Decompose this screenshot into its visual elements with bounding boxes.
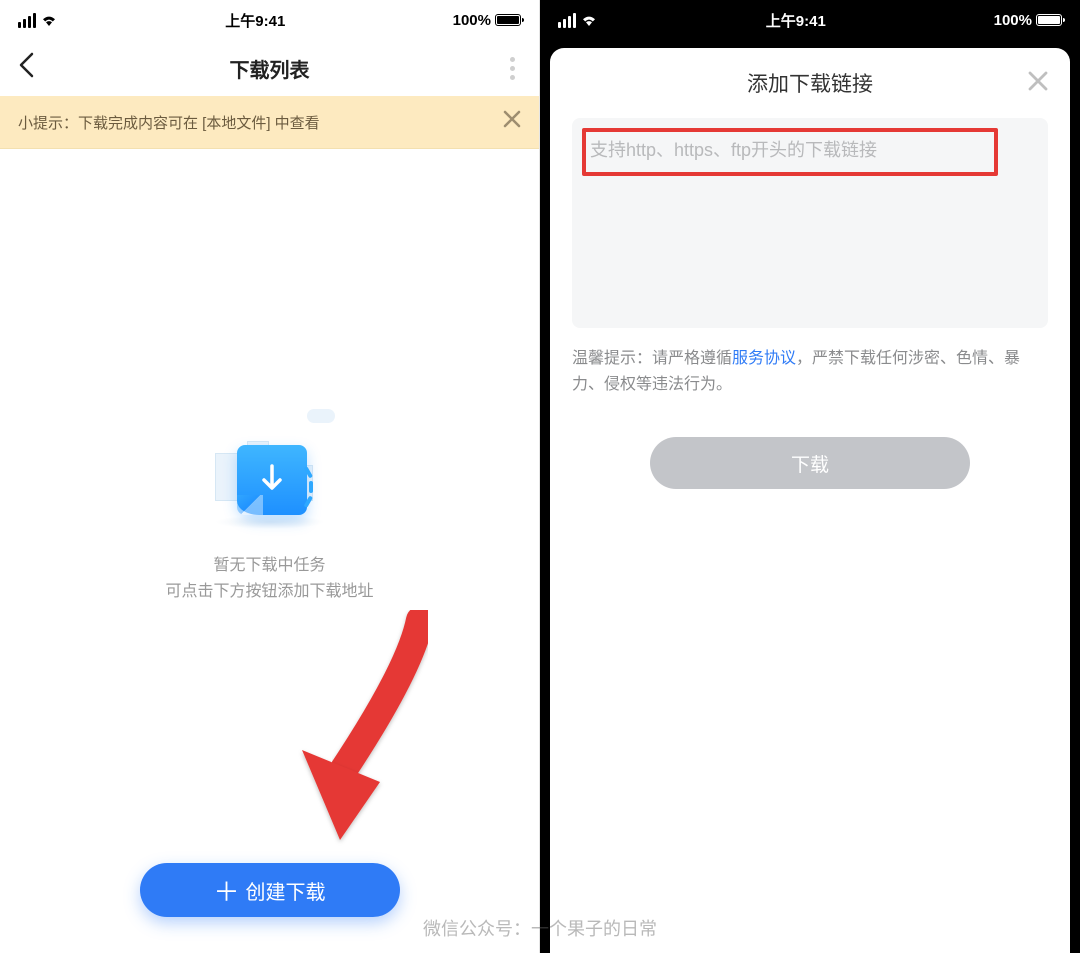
- url-input[interactable]: 支持http、https、ftp开头的下载链接: [572, 118, 1048, 328]
- signal-icon: [18, 13, 36, 28]
- empty-state: 暂无下载中任务 可点击下方按钮添加下载地址: [0, 409, 539, 604]
- arrow-down-icon: [258, 464, 286, 496]
- phone-right: 上午9:41 100% 添加下载链接 支持http、https、ftp开头的下载…: [540, 0, 1080, 953]
- url-placeholder: 支持http、https、ftp开头的下载链接: [590, 140, 877, 160]
- tos-link[interactable]: 服务协议: [732, 350, 796, 367]
- tip-close-button[interactable]: [503, 110, 521, 134]
- battery-icon: 100%: [453, 12, 521, 29]
- wifi-icon: [40, 13, 58, 27]
- download-doc-icon: [237, 445, 307, 515]
- tip-banner: 小提示：下载完成内容可在 [本地文件] 中查看: [0, 96, 539, 149]
- signal-icon: [558, 13, 576, 28]
- disclaimer-text: 温馨提示：请严格遵循服务协议，严禁下载任何涉密、色情、暴力、侵权等违法行为。: [572, 346, 1048, 397]
- more-button[interactable]: [481, 57, 521, 80]
- create-download-label: 创建下载: [246, 876, 326, 905]
- wifi-icon: [580, 13, 598, 27]
- status-bar: 上午9:41 100%: [0, 0, 539, 40]
- close-icon: [1028, 71, 1048, 91]
- back-button[interactable]: [18, 52, 58, 85]
- tip-text: 小提示：下载完成内容可在 [本地文件] 中查看: [18, 112, 320, 133]
- battery-percent: 100%: [453, 12, 491, 29]
- sheet-title: 添加下载链接: [747, 68, 873, 98]
- battery-percent: 100%: [994, 12, 1032, 29]
- status-time: 上午9:41: [766, 10, 826, 31]
- sheet-close-button[interactable]: [1028, 70, 1048, 98]
- page-title: 下载列表: [58, 54, 481, 83]
- annotation-arrow-icon: [260, 610, 440, 850]
- empty-line2: 可点击下方按钮添加下载地址: [165, 583, 373, 600]
- status-time: 上午9:41: [225, 10, 285, 31]
- plus-icon: ＋: [213, 872, 239, 909]
- status-bar: 上午9:41 100%: [540, 0, 1080, 40]
- chevron-left-icon: [18, 52, 34, 78]
- empty-line1: 暂无下载中任务: [213, 557, 325, 574]
- add-link-sheet: 添加下载链接 支持http、https、ftp开头的下载链接 温馨提示：请严格遵…: [550, 48, 1070, 953]
- empty-illustration: [205, 409, 335, 529]
- battery-icon: 100%: [994, 12, 1062, 29]
- sheet-header: 添加下载链接: [572, 48, 1048, 118]
- nav-bar: 下载列表: [0, 40, 539, 96]
- close-icon: [503, 110, 521, 128]
- create-download-button[interactable]: ＋ 创建下载: [140, 863, 400, 917]
- phone-left: 上午9:41 100% 下载列表 小提示：下载完成内容可在 [本地文件] 中查看: [0, 0, 540, 953]
- download-button[interactable]: 下载: [650, 437, 970, 489]
